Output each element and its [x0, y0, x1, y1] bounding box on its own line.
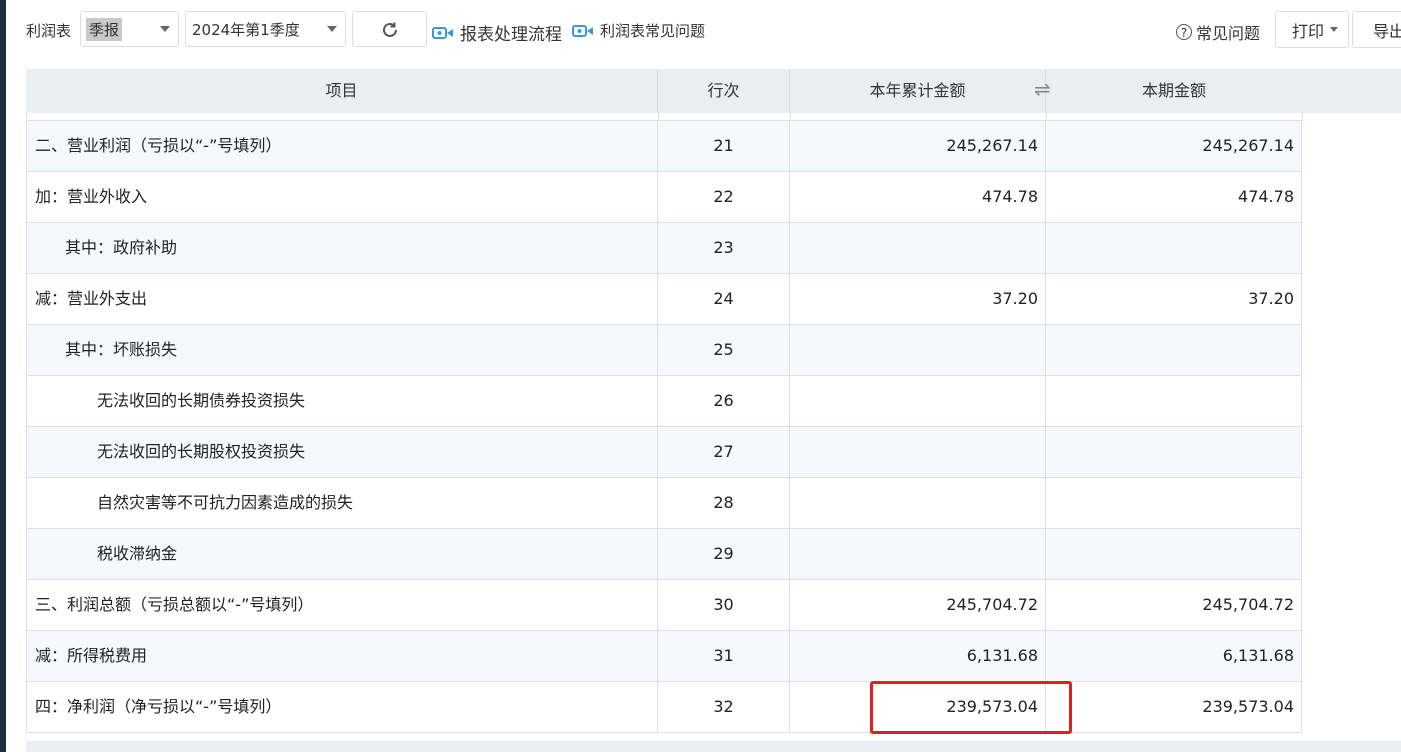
cell-item: 自然灾害等不可抗力因素造成的损失 [26, 478, 658, 528]
cell-period[interactable] [1046, 427, 1302, 477]
cell-item: 税收滞纳金 [26, 529, 658, 579]
header-period: 本期金额 [1141, 81, 1206, 100]
period-type-select[interactable]: 季报 [80, 11, 179, 47]
table-row: 其中：政府补助 23 [26, 223, 1302, 274]
table-row: 减：所得税费用 31 6,131.68 6,131.68 [26, 631, 1302, 682]
export-button[interactable]: 导出 [1352, 11, 1401, 48]
cell-ytd[interactable] [790, 529, 1046, 579]
cell-ytd[interactable]: 37.20 [790, 274, 1046, 324]
income-faq-link[interactable]: 利润表常见问题 [572, 20, 705, 41]
cell-period[interactable] [1046, 223, 1302, 273]
question-circle-icon: ? [1176, 24, 1192, 40]
cell-period[interactable]: 37.20 [1046, 274, 1302, 324]
header-ytd: 本年累计金额 [790, 69, 1046, 113]
cell-item: 四：净利润（净亏损以“-”号填列） [26, 682, 658, 732]
income-statement-table: 项目 行次 本年累计金额 本期金额 ⇌ 二、营业利润（亏损以“-”号填列） 21 2… [26, 69, 1401, 752]
video-icon [432, 26, 453, 39]
chevron-down-icon [1330, 27, 1339, 32]
header-filler [1302, 69, 1401, 113]
cell-item: 减：营业外支出 [26, 274, 658, 324]
period-type-value: 季报 [86, 17, 123, 41]
cell-ytd[interactable] [790, 478, 1046, 528]
cell-line: 23 [658, 223, 790, 273]
report-name-label: 利润表 [26, 22, 72, 40]
cell-period[interactable] [1046, 325, 1302, 375]
table-row: 自然灾害等不可抗力因素造成的损失 28 [26, 478, 1302, 529]
refresh-button[interactable] [352, 11, 427, 47]
table-row: 无法收回的长期债券投资损失 26 [26, 376, 1302, 427]
cell-item: 无法收回的长期债券投资损失 [26, 376, 658, 426]
cell-item: 其中：坏账损失 [26, 325, 658, 375]
cell-line: 27 [658, 427, 790, 477]
cell-line: 22 [658, 172, 790, 222]
toolbar: 利润表 季报 2024年第1季度 报表处理流程 利润表常见问题 ? 常见问题 打… [0, 0, 1401, 62]
cell-line: 30 [658, 580, 790, 630]
cell-line: 25 [658, 325, 790, 375]
cell-line: 29 [658, 529, 790, 579]
cell-item: 无法收回的长期股权投资损失 [26, 427, 658, 477]
window-left-edge [0, 0, 6, 752]
table-row: 加：营业外收入 22 474.78 474.78 [26, 172, 1302, 223]
table-row: 税收滞纳金 29 [26, 529, 1302, 580]
cell-ytd[interactable] [790, 223, 1046, 273]
cell-ytd[interactable] [790, 427, 1046, 477]
report-flow-label: 报表处理流程 [460, 25, 562, 45]
table-header: 项目 行次 本年累计金额 本期金额 ⇌ [26, 69, 1401, 113]
cell-line: 32 [658, 682, 790, 732]
row-partial [26, 113, 1303, 121]
cell-period[interactable]: 245,704.72 [1046, 580, 1302, 630]
highlight-box [870, 681, 1072, 734]
cell-ytd[interactable] [790, 325, 1046, 375]
header-line: 行次 [658, 69, 790, 113]
video-icon [572, 24, 593, 37]
cell-item: 加：营业外收入 [26, 172, 658, 222]
export-label: 导出 [1373, 21, 1401, 41]
table-row: 四：净利润（净亏损以“-”号填列） 32 239,573.04 239,573.04 [26, 682, 1302, 733]
cell-period[interactable]: 6,131.68 [1046, 631, 1302, 681]
cell-line: 28 [658, 478, 790, 528]
cell-ytd[interactable] [790, 376, 1046, 426]
cell-period[interactable]: 245,267.14 [1046, 121, 1302, 171]
cell-period[interactable]: 474.78 [1046, 172, 1302, 222]
print-label: 打印 [1292, 21, 1325, 41]
help-label: 常见问题 [1196, 24, 1261, 43]
chevron-down-icon [327, 26, 337, 32]
refresh-icon [383, 22, 397, 37]
table-row: 二、营业利润（亏损以“-”号填列） 21 245,267.14 245,267.14 [26, 121, 1302, 172]
cell-item: 三、利润总额（亏损总额以“-”号填列） [26, 580, 658, 630]
cell-period[interactable] [1046, 376, 1302, 426]
cell-ytd[interactable]: 245,267.14 [790, 121, 1046, 171]
swap-columns-icon[interactable]: ⇌ [1034, 79, 1051, 99]
help-link[interactable]: ? 常见问题 [1176, 20, 1260, 44]
cell-line: 31 [658, 631, 790, 681]
cell-period[interactable]: 239,573.04 [1046, 682, 1302, 732]
cell-item: 减：所得税费用 [26, 631, 658, 681]
income-faq-label: 利润表常见问题 [600, 22, 706, 40]
table-footer-band [26, 741, 1401, 752]
quarter-select[interactable]: 2024年第1季度 [185, 11, 346, 47]
chevron-down-icon [160, 26, 170, 32]
table-row: 无法收回的长期股权投资损失 27 [26, 427, 1302, 478]
report-flow-link[interactable]: 报表处理流程 [432, 20, 562, 45]
table-row: 减：营业外支出 24 37.20 37.20 [26, 274, 1302, 325]
table-row: 三、利润总额（亏损总额以“-”号填列） 30 245,704.72 245,704.7… [26, 580, 1302, 631]
cell-line: 26 [658, 376, 790, 426]
header-item: 项目 [26, 69, 658, 113]
quarter-value: 2024年第1季度 [192, 20, 300, 39]
cell-ytd[interactable]: 474.78 [790, 172, 1046, 222]
cell-item: 其中：政府补助 [26, 223, 658, 273]
cell-ytd[interactable]: 245,704.72 [790, 580, 1046, 630]
cell-line: 24 [658, 274, 790, 324]
table-row: 其中：坏账损失 25 [26, 325, 1302, 376]
cell-ytd[interactable]: 6,131.68 [790, 631, 1046, 681]
cell-period[interactable] [1046, 478, 1302, 528]
cell-line: 21 [658, 121, 790, 171]
print-button[interactable]: 打印 [1275, 11, 1349, 48]
cell-period[interactable] [1046, 529, 1302, 579]
cell-item: 二、营业利润（亏损以“-”号填列） [26, 121, 658, 171]
